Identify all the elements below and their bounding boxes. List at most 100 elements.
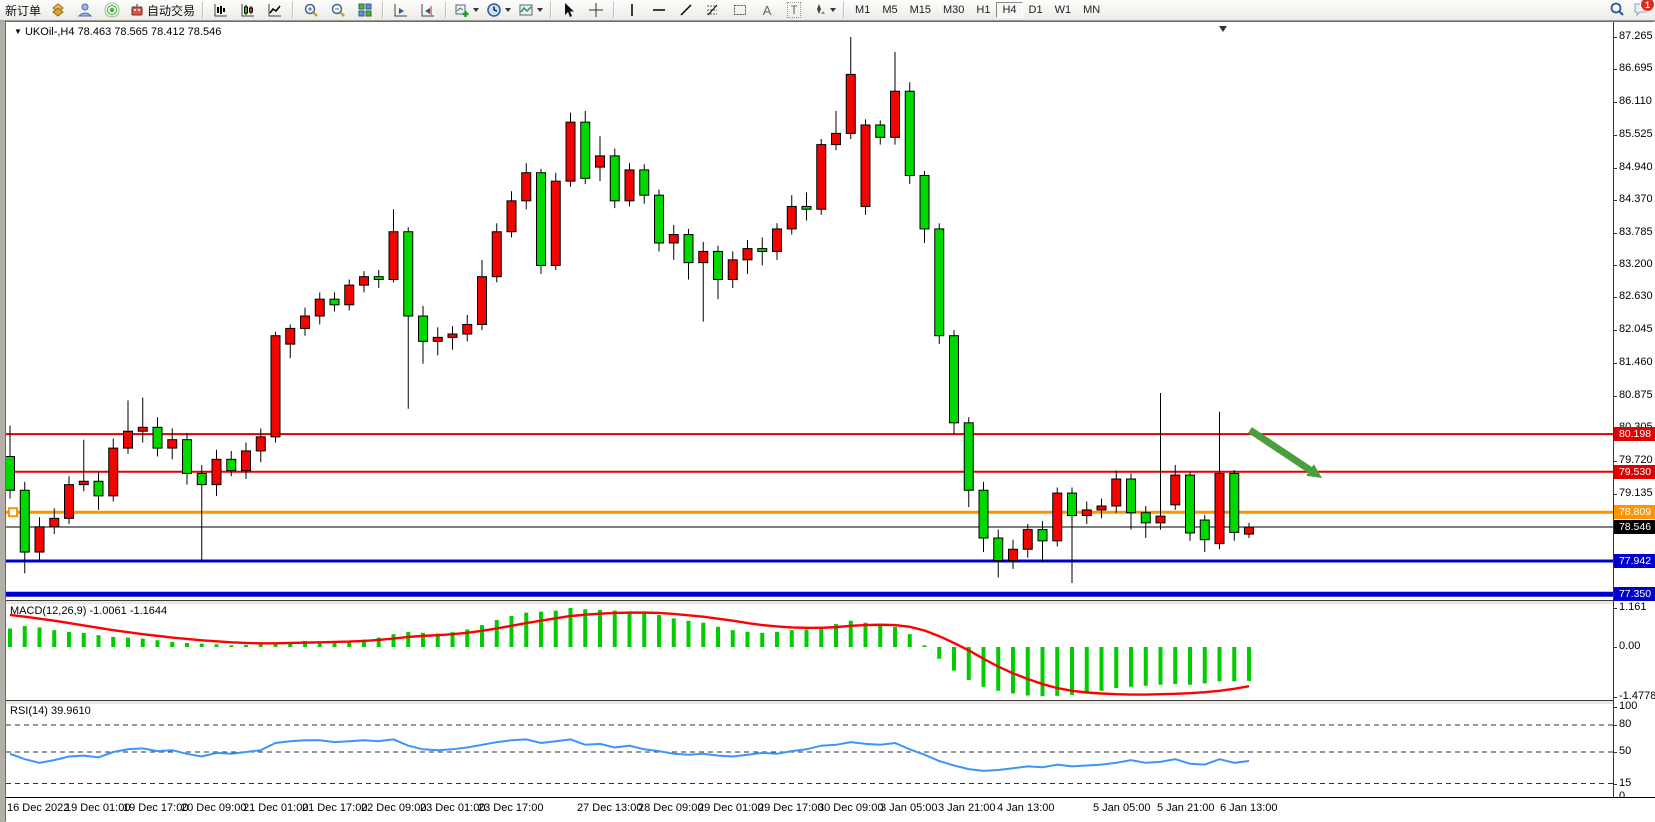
candle-body	[374, 277, 383, 280]
macd-pane[interactable]: MACD(12,26,9) -1.0061 -1.1644	[6, 603, 1613, 700]
toolbar-separator	[382, 2, 384, 18]
candle-body	[286, 328, 295, 344]
signal-sonar-icon	[104, 2, 120, 18]
candle-body	[832, 133, 841, 144]
auto-trading-button[interactable]: 自动交易	[126, 0, 198, 20]
chart-shift-icon	[420, 2, 436, 18]
templates-button[interactable]	[515, 0, 546, 20]
line-chart-mode-button[interactable]	[262, 0, 288, 20]
candle-body	[920, 176, 929, 229]
template-chart-icon	[518, 2, 534, 18]
rsi-pane[interactable]: RSI(14) 39.9610	[6, 703, 1613, 797]
candle-body	[551, 181, 560, 265]
timeframe-w1[interactable]: W1	[1049, 2, 1078, 18]
time-axis-label: 28 Dec 09:00	[638, 802, 703, 814]
timeframe-m5[interactable]: M5	[876, 2, 903, 18]
price-axis-label: 81.460	[1619, 356, 1653, 368]
candle-body	[1009, 549, 1018, 560]
trendline-tool-button[interactable]	[673, 0, 699, 20]
line-anchor-handle[interactable]	[9, 508, 17, 516]
candles	[6, 37, 1254, 583]
axis-tick	[1614, 697, 1617, 698]
chevron-down-icon	[830, 8, 836, 12]
candle-body	[714, 251, 723, 279]
axis-tick	[1614, 784, 1617, 785]
vertical-line-tool-button[interactable]	[619, 0, 645, 20]
timeframe-m1[interactable]: M1	[849, 2, 876, 18]
price-axis-label: 85.525	[1619, 128, 1653, 140]
channel-tool-button[interactable]	[727, 0, 753, 20]
candle-body	[138, 427, 147, 431]
periods-button[interactable]	[483, 0, 514, 20]
tile-windows-button[interactable]	[352, 0, 378, 20]
timeframe-h1[interactable]: H1	[970, 2, 996, 18]
chart-shift-button[interactable]	[415, 0, 441, 20]
timeframe-d1[interactable]: D1	[1023, 2, 1049, 18]
time-axis-label: 30 Dec 09:00	[818, 802, 883, 814]
time-axis-label: 4 Jan 13:00	[997, 802, 1055, 814]
chart-shift-marker[interactable]	[1219, 26, 1227, 32]
macd-axis-label: 1.161	[1619, 601, 1647, 613]
axis-tick	[1614, 168, 1617, 169]
time-axis-label: 20 Dec 09:00	[181, 802, 246, 814]
arrows-tool-button[interactable]	[808, 0, 839, 20]
axis-tick	[1614, 330, 1617, 331]
candle-body	[537, 173, 546, 266]
signals-button[interactable]	[99, 0, 125, 20]
price-axis-label: 87.265	[1619, 30, 1653, 42]
fibonacci-tool-button[interactable]	[700, 0, 726, 20]
candle-body	[315, 299, 324, 316]
price-axis[interactable]: 87.26586.69586.11085.52584.94084.37083.7…	[1613, 22, 1655, 797]
candle-body	[478, 277, 487, 325]
bar-chart-mode-button[interactable]	[208, 0, 234, 20]
candle-body	[802, 206, 811, 209]
candle-body	[404, 232, 413, 316]
time-axis-label: 19 Dec 17:00	[123, 802, 188, 814]
text-tool-button[interactable]: A	[754, 0, 780, 20]
candle-body	[1023, 530, 1032, 550]
symbol-timeframe-label: UKOil-,H4	[25, 26, 75, 38]
price-tag-77.942: 77.942	[1614, 554, 1655, 568]
notifications-button[interactable]: 1	[1633, 1, 1649, 17]
search-icon[interactable]	[1609, 1, 1625, 17]
candle-chart-mode-button[interactable]	[235, 0, 261, 20]
price-tag-79.530: 79.530	[1614, 465, 1655, 479]
time-axis-label: 23 Dec 17:00	[478, 802, 543, 814]
cursor-tool-button[interactable]	[556, 0, 582, 20]
auto-scroll-button[interactable]	[388, 0, 414, 20]
timeframe-m15[interactable]: M15	[904, 2, 937, 18]
fibonacci-icon	[705, 2, 721, 18]
time-axis-label: 5 Jan 21:00	[1157, 802, 1215, 814]
price-axis-label: 82.045	[1619, 323, 1653, 335]
new-order-button[interactable]: 新订单	[2, 0, 44, 20]
indicators-button[interactable]	[451, 0, 482, 20]
timeframe-h4[interactable]: H4	[996, 2, 1022, 18]
crosshair-tool-button[interactable]	[583, 0, 609, 20]
candle-body	[212, 459, 221, 484]
toolbar-separator	[202, 2, 204, 18]
notification-badge: 1	[1640, 0, 1655, 12]
candle-body	[1200, 520, 1209, 540]
zoom-in-button[interactable]	[298, 0, 324, 20]
accounts-button[interactable]	[72, 0, 98, 20]
time-axis-label: 6 Jan 13:00	[1220, 802, 1278, 814]
timeframe-m30[interactable]: M30	[937, 2, 970, 18]
trend-arrow[interactable]	[1250, 430, 1314, 472]
deposit-icon[interactable]	[45, 0, 71, 20]
text-label-tool-button[interactable]: T	[781, 0, 807, 20]
timeframe-mn[interactable]: MN	[1077, 2, 1106, 18]
trading-terminal-window: 新订单 自动交易	[0, 0, 1655, 822]
symbol-dropdown-icon[interactable]: ▼	[14, 27, 22, 36]
time-axis-label: 22 Dec 09:00	[361, 802, 426, 814]
horizontal-line-tool-button[interactable]	[646, 0, 672, 20]
time-axis[interactable]: 16 Dec 202219 Dec 01:0019 Dec 17:0020 De…	[6, 797, 1655, 822]
main-toolbar: 新订单 自动交易	[0, 0, 1655, 21]
candle-body	[1156, 516, 1165, 523]
candle-body	[1112, 479, 1121, 506]
zoom-out-button[interactable]	[325, 0, 351, 20]
robot-icon	[129, 2, 145, 18]
rsi-axis-label: 100	[1619, 700, 1637, 712]
price-pane[interactable]: ▼ UKOil-,H4 78.463 78.565 78.412 78.546	[6, 22, 1613, 600]
price-axis-label: 84.370	[1619, 193, 1653, 205]
candle-body	[964, 423, 973, 490]
